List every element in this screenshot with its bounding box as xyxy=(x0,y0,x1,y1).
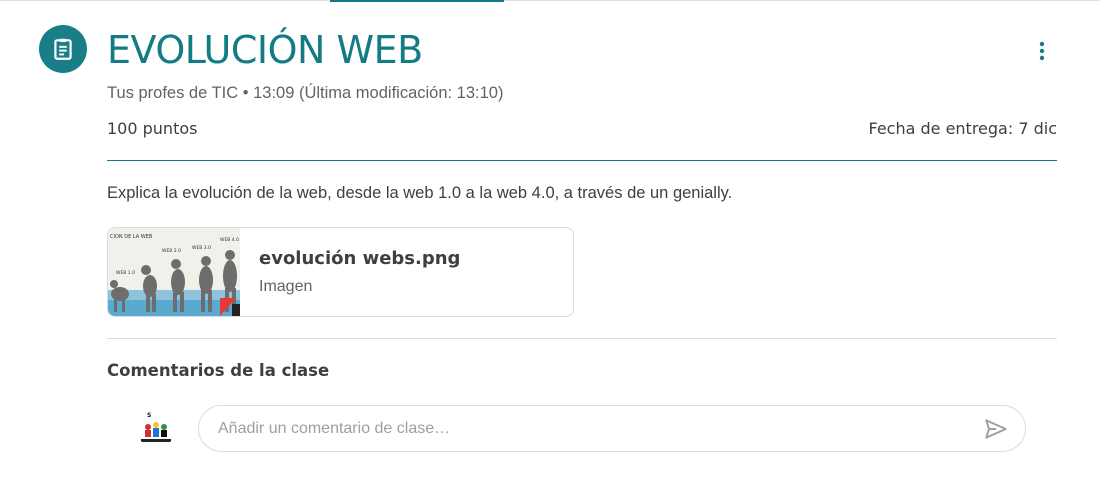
comment-box xyxy=(198,405,1026,452)
comment-input[interactable] xyxy=(218,406,958,451)
send-button[interactable] xyxy=(981,414,1011,444)
svg-text:WEB 2.0: WEB 2.0 xyxy=(162,248,181,254)
assignment-description: Explica la evolución de la web, desde la… xyxy=(107,184,733,202)
assignment-icon xyxy=(39,25,87,73)
section-divider xyxy=(107,338,1057,339)
modified-time: (Última modificación: 13:10) xyxy=(294,84,504,102)
top-border xyxy=(0,0,1100,1)
assignment-title: EVOLUCIÓN WEB xyxy=(107,28,423,72)
avatar: S xyxy=(136,408,176,448)
svg-text:WEB 1.0: WEB 1.0 xyxy=(116,270,135,276)
attachment-card[interactable]: CION DE LA WEB WEB 2.0 WEB 3.0 WEB 4.0 W… xyxy=(107,227,574,317)
attachment-thumbnail: CION DE LA WEB WEB 2.0 WEB 3.0 WEB 4.0 W… xyxy=(108,228,240,316)
more-vert-icon xyxy=(1039,41,1045,61)
send-icon xyxy=(985,419,1007,439)
attachment-type: Imagen xyxy=(259,278,313,295)
header-divider xyxy=(107,160,1057,161)
svg-text:WEB 3.0: WEB 3.0 xyxy=(192,245,211,251)
svg-text:WEB 4.0: WEB 4.0 xyxy=(220,237,239,243)
attachment-title: evolución webs.png xyxy=(259,248,461,269)
svg-text:S: S xyxy=(147,412,151,419)
author-name: Tus profes de TIC xyxy=(107,84,239,102)
class-comments-heading: Comentarios de la clase xyxy=(107,361,330,380)
meta-separator: • xyxy=(238,84,254,102)
posted-time: 13:09 xyxy=(253,84,295,102)
more-options-button[interactable] xyxy=(1024,33,1060,69)
thumb-label: CION DE LA WEB xyxy=(110,234,153,240)
active-tab-indicator xyxy=(330,0,504,2)
assignment-meta: Tus profes de TIC • 13:09 (Última modifi… xyxy=(107,84,503,103)
due-date-label: Fecha de entrega: 7 dic xyxy=(868,119,1057,138)
points-label: 100 puntos xyxy=(107,119,198,138)
